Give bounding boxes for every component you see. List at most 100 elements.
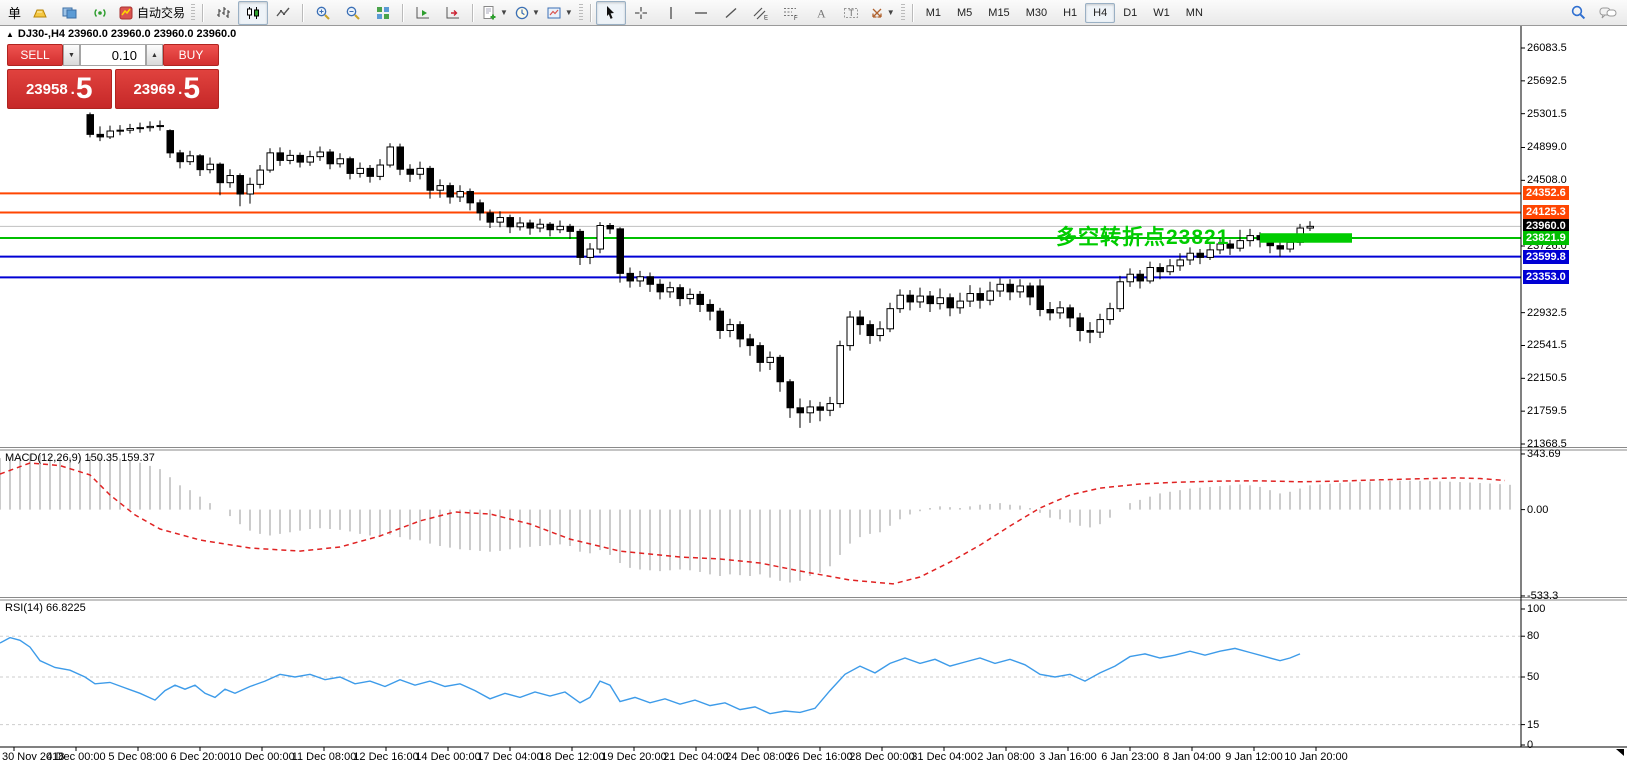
price-tick: 24508.0: [1527, 174, 1567, 187]
auto-scroll-button[interactable]: [408, 1, 438, 25]
autotrade-label: 自动交易: [137, 6, 186, 20]
rsi-tick: 50: [1527, 671, 1540, 683]
crosshair-button[interactable]: [626, 1, 656, 25]
collapse-arrow-icon[interactable]: ▲: [6, 30, 14, 39]
price-level-label: 23599.8: [1523, 249, 1569, 264]
templates-button[interactable]: ▼: [543, 1, 576, 25]
horizontal-line-button[interactable]: [686, 1, 716, 25]
label-button[interactable]: T: [836, 1, 866, 25]
chat-icon: [1599, 7, 1617, 18]
price-tick: 25301.5: [1527, 107, 1567, 120]
crosshair-icon: [634, 6, 647, 19]
sell-button[interactable]: SELL: [7, 44, 63, 66]
label-icon: T: [843, 7, 858, 18]
svg-text:E: E: [764, 15, 768, 21]
macd-tick: -533.3: [1527, 589, 1559, 602]
signal-button[interactable]: [85, 1, 115, 25]
volume-decrease-button[interactable]: ▼: [63, 44, 80, 66]
bar-chart-icon: [217, 6, 231, 18]
trendline-button[interactable]: [716, 1, 746, 25]
volume-increase-button[interactable]: ▲: [146, 44, 163, 66]
cursor-icon: [606, 5, 614, 19]
timeframe-m5[interactable]: M5: [949, 3, 980, 23]
buy-button[interactable]: BUY: [163, 44, 219, 66]
candlestick-chart-button[interactable]: [238, 0, 269, 25]
line-chart-icon: [276, 7, 290, 16]
price-level-label: 23353.0: [1523, 270, 1569, 285]
gold-bar-button[interactable]: [25, 1, 55, 25]
price-level-label: 23821.9: [1523, 230, 1569, 245]
indicators-icon: [483, 5, 496, 19]
candlestick-chart-icon: [247, 6, 260, 19]
vertical-line-button[interactable]: [656, 1, 686, 25]
zoom-in-icon: [316, 6, 330, 20]
time-tick: 10 Jan 20:00: [1284, 751, 1348, 763]
time-tick: 6 Dec 20:00: [170, 751, 230, 763]
time-tick: 12 Dec 16:00: [353, 751, 419, 763]
rsi-tick: 0: [1527, 739, 1534, 751]
time-tick: 18 Dec 12:00: [539, 751, 605, 763]
zoom-out-icon: [346, 6, 360, 20]
autotrade-icon: [119, 6, 133, 19]
timeframe-h1[interactable]: H1: [1055, 3, 1085, 23]
time-tick: 4 Dec 00:00: [46, 751, 106, 763]
time-tick: 11 Dec 08:00: [291, 751, 357, 763]
time-tick: 14 Dec 00:00: [415, 751, 481, 763]
periods-caret: ▼: [531, 8, 540, 17]
trendline-icon: [725, 7, 737, 18]
indicators-caret: ▼: [500, 8, 508, 17]
buy-price[interactable]: 23969. 5: [114, 69, 219, 109]
volume-input[interactable]: [80, 44, 146, 66]
images-button[interactable]: [55, 1, 85, 25]
rsi-tick: 15: [1527, 718, 1540, 731]
macd-tick: 343.69: [1527, 447, 1561, 460]
svg-text:A: A: [817, 6, 826, 20]
time-tick: 24 Dec 08:00: [725, 751, 791, 763]
price-tick: 22541.5: [1527, 339, 1567, 352]
fibonacci-icon: F: [783, 7, 798, 21]
rsi-tick: 100: [1527, 603, 1546, 615]
timeframe-m1[interactable]: M1: [918, 3, 949, 23]
text-button[interactable]: A: [806, 1, 836, 25]
chart-shift-icon: [446, 6, 460, 18]
cursor-button[interactable]: [595, 0, 626, 25]
chat-button[interactable]: [1593, 1, 1623, 25]
timeframe-h4[interactable]: H4: [1085, 2, 1116, 23]
time-tick: 5 Dec 08:00: [108, 751, 168, 763]
price-tick: 24899.0: [1527, 141, 1567, 154]
time-tick: 9 Jan 12:00: [1225, 751, 1283, 763]
zoom-in-button[interactable]: [308, 1, 338, 25]
time-tick: 17 Dec 04:00: [477, 751, 543, 763]
pivot-annotation: 多空转折点23821: [1056, 226, 1230, 249]
chart-shift-button[interactable]: [438, 1, 468, 25]
timeframe-m30[interactable]: M30: [1018, 3, 1055, 23]
timeframe-mn[interactable]: MN: [1178, 3, 1211, 23]
arrows-button[interactable]: ▼: [866, 1, 898, 25]
channel-button[interactable]: E: [746, 1, 776, 25]
price-tick: 21759.5: [1527, 405, 1567, 418]
menu-text-order[interactable]: 单: [4, 3, 25, 22]
bar-chart-button[interactable]: [208, 1, 238, 25]
periods-button[interactable]: ▼: [511, 1, 543, 25]
fibonacci-button[interactable]: F: [776, 1, 806, 25]
tile-windows-button[interactable]: [368, 1, 398, 25]
zoom-out-button[interactable]: [338, 1, 368, 25]
signal-icon: [94, 8, 106, 17]
price-tick: 22932.5: [1527, 306, 1567, 319]
timeframe-m15[interactable]: M15: [980, 3, 1017, 23]
time-tick: 8 Jan 04:00: [1163, 751, 1221, 763]
text-icon: A: [817, 6, 826, 20]
price-tick: 26083.5: [1527, 42, 1567, 54]
timeframe-group: M1 M5 M15 M30 H1 H4 D1 W1 MN: [918, 2, 1211, 23]
sell-price[interactable]: 23958. 5: [7, 69, 112, 109]
arrows-icon: [872, 8, 882, 18]
indicators-button[interactable]: ▼: [478, 1, 511, 25]
line-chart-button[interactable]: [268, 1, 298, 25]
search-button[interactable]: [1563, 1, 1593, 25]
autotrade-button[interactable]: 自动交易: [115, 1, 188, 25]
chart-canvas[interactable]: [0, 0, 1627, 768]
timeframe-d1[interactable]: D1: [1115, 3, 1145, 23]
templates-caret: ▼: [564, 8, 573, 17]
timeframe-w1[interactable]: W1: [1145, 3, 1178, 23]
main-toolbar: 单 自动交易 ▼ ▼ ▼ E F A T ▼ M1 M5 M15 M30 H1 …: [0, 0, 1627, 26]
